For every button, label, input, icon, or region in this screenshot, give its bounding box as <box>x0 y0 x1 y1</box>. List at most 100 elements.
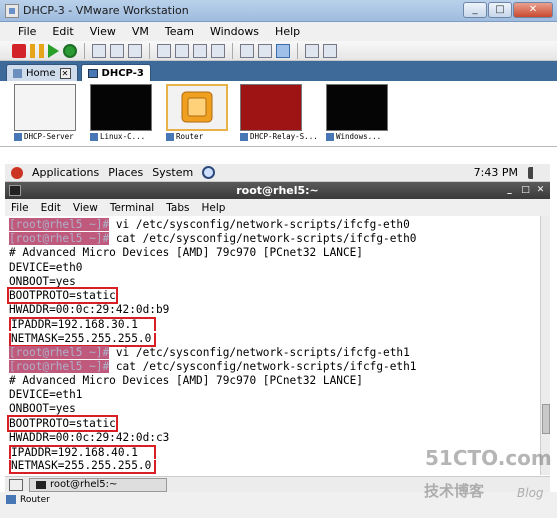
thumbnail-router[interactable]: Router <box>166 84 232 144</box>
thumbnail-caption: Windows... <box>326 132 406 141</box>
highlighted-ip-config: NETMASK=255.255.255.0 <box>9 460 156 475</box>
snapshot-manager-icon[interactable] <box>128 43 142 58</box>
thumbnail-windows[interactable]: Windows... <box>326 84 392 144</box>
close-button[interactable]: ✕ <box>513 2 553 18</box>
replay-icon[interactable] <box>323 43 337 58</box>
terminal-menu-tabs[interactable]: Tabs <box>166 202 189 214</box>
thumbnail-dhcp-server[interactable]: DHCP-Server <box>14 84 80 144</box>
applications-menu[interactable]: Applications <box>32 166 99 179</box>
close-tab-icon[interactable]: ✕ <box>59 67 71 79</box>
command-output: HWADDR=00:0c:29:42:0d:b9 <box>9 303 170 317</box>
window-title: DHCP-3 - VMware Workstation <box>23 4 189 17</box>
terminal-scrollbar[interactable] <box>540 216 550 475</box>
menu-file[interactable]: File <box>10 25 44 38</box>
toolbar-separator <box>297 42 298 59</box>
power-off-icon[interactable] <box>12 43 26 58</box>
taskbar-terminal-button[interactable]: root@rhel5:~ <box>29 477 167 492</box>
terminal-minimize-button[interactable]: _ <box>503 184 516 197</box>
vm-icon <box>6 495 16 504</box>
menu-windows[interactable]: Windows <box>202 25 267 38</box>
terminal-menu-bar: File Edit View Terminal Tabs Help <box>5 199 550 216</box>
vmware-app-icon <box>5 3 19 18</box>
tab-dhcp-3[interactable]: DHCP-3 <box>80 64 151 81</box>
show-desktop-icon[interactable] <box>9 478 23 491</box>
thumbnail-linux-c[interactable]: Linux-C... <box>90 84 156 144</box>
tab-home[interactable]: Home ✕ <box>6 64 78 81</box>
places-menu[interactable]: Places <box>108 166 143 179</box>
thumbnail-screen <box>166 84 228 131</box>
terminal-line: DEVICE=eth1 <box>9 388 540 402</box>
terminal-line: DEVICE=eth0 <box>9 261 540 275</box>
gnome-bottom-panel: root@rhel5:~ <box>5 476 550 492</box>
toolbar-separator <box>232 42 233 59</box>
vm-thumbnail-strip: DHCP-Server Linux-C... Router DHCP-Relay… <box>0 81 557 147</box>
terminal-line: [root@rhel5 ~]# vi /etc/sysconfig/networ… <box>9 345 540 360</box>
thumbnail-label: DHCP-Relay-S... <box>250 132 318 141</box>
power-on-icon[interactable] <box>48 43 59 58</box>
revert-snapshot-icon[interactable] <box>110 43 124 58</box>
menu-help[interactable]: Help <box>267 25 308 38</box>
appliance-view-icon[interactable] <box>258 43 272 58</box>
toolbar-separator <box>149 42 150 59</box>
terminal-title-bar: root@rhel5:~ _ □ ✕ <box>5 182 550 199</box>
terminal-menu-view[interactable]: View <box>73 202 98 214</box>
maximize-button[interactable]: □ <box>488 2 512 18</box>
command-output: DEVICE=eth0 <box>9 260 83 274</box>
system-menu[interactable]: System <box>152 166 193 179</box>
terminal-menu-file[interactable]: File <box>11 202 29 214</box>
command-output: DEVICE=eth1 <box>9 388 83 402</box>
terminal-line: # Advanced Micro Devices [AMD] 79c970 [P… <box>9 246 540 260</box>
terminal-maximize-button[interactable]: □ <box>519 184 532 197</box>
terminal-menu-edit[interactable]: Edit <box>41 202 61 214</box>
thumbnail-view-icon[interactable] <box>276 43 290 58</box>
shell-command: cat /etc/sysconfig/network-scripts/ifcfg… <box>109 232 417 246</box>
toolbar-separator <box>84 42 85 59</box>
menu-view[interactable]: View <box>82 25 124 38</box>
shell-command: vi /etc/sysconfig/network-scripts/ifcfg-… <box>109 345 410 359</box>
minimize-button[interactable]: _ <box>463 2 487 18</box>
unity-icon[interactable] <box>211 43 225 58</box>
snapshot-icon[interactable] <box>92 43 106 58</box>
terminal-output[interactable]: [root@rhel5 ~]# vi /etc/sysconfig/networ… <box>5 216 540 475</box>
terminal-line: ONBOOT=yes <box>9 275 540 289</box>
thumbnail-screen <box>14 84 76 131</box>
quick-switch-icon[interactable] <box>175 43 189 58</box>
home-icon <box>13 68 22 78</box>
reset-icon[interactable] <box>63 43 77 58</box>
taskbar-terminal-label: root@rhel5:~ <box>50 478 118 490</box>
terminal-menu-help[interactable]: Help <box>201 202 225 214</box>
command-output: HWADDR=00:0c:29:42:0d:c3 <box>9 430 170 444</box>
terminal-line: [root@rhel5 ~]# vi /etc/sysconfig/networ… <box>9 218 540 232</box>
toolbar <box>0 41 557 61</box>
terminal-line: IPADDR=192.168.30.1 <box>9 317 540 332</box>
terminal-close-button[interactable]: ✕ <box>534 184 547 197</box>
thumbnail-dhcp-relay[interactable]: DHCP-Relay-S... <box>240 84 318 144</box>
tab-dhcp-3-label: DHCP-3 <box>101 67 144 79</box>
menu-vm[interactable]: VM <box>124 25 157 38</box>
vm-icon <box>87 68 98 78</box>
menu-team[interactable]: Team <box>157 25 202 38</box>
thumbnail-caption: Router <box>166 132 246 141</box>
web-browser-icon[interactable] <box>202 166 216 179</box>
status-vm-name: Router <box>20 495 50 505</box>
terminal-line: [root@rhel5 ~]# cat /etc/sysconfig/netwo… <box>9 359 540 374</box>
thumbnail-label: DHCP-Server <box>24 132 74 141</box>
menu-edit[interactable]: Edit <box>44 25 81 38</box>
suspend-icon[interactable] <box>30 43 44 58</box>
shell-prompt: [root@rhel5 ~]# <box>9 359 110 373</box>
full-screen-icon[interactable] <box>157 43 171 58</box>
thumbnail-caption: Linux-C... <box>90 132 170 141</box>
terminal-line: HWADDR=00:0c:29:42:0d:b9 <box>9 303 540 317</box>
terminal-line: ONBOOT=yes <box>9 402 540 416</box>
highlighted-bootproto: BOOTPROTO=static <box>7 414 118 432</box>
terminal-line: NETMASK=255.255.255.0 <box>9 459 540 475</box>
volume-icon[interactable] <box>528 167 540 179</box>
highlighted-ip-config: NETMASK=255.255.255.0 <box>9 332 156 347</box>
terminal-menu-terminal[interactable]: Terminal <box>110 202 154 214</box>
summary-view-icon[interactable] <box>240 43 254 58</box>
console-view-icon[interactable] <box>193 43 207 58</box>
scrollbar-thumb[interactable] <box>542 404 550 434</box>
record-icon[interactable] <box>305 43 319 58</box>
menu-bar: File Edit View VM Team Windows Help <box>0 22 557 41</box>
panel-clock[interactable]: 7:43 PM <box>474 166 518 179</box>
